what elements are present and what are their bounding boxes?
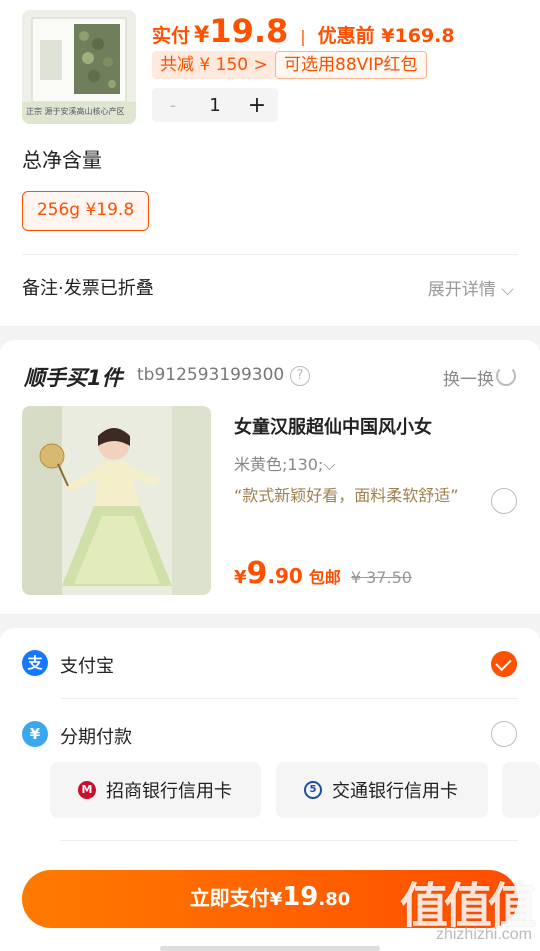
upsell-product-image[interactable] xyxy=(22,406,211,595)
bocom-bank-icon: 5 xyxy=(304,781,322,799)
alipay-option[interactable]: 支付宝 xyxy=(60,652,114,678)
payment-card: 支 支付宝 ¥ 分期付款 M 招商银行信用卡 5 交通银行信用卡 立即支付 ¥ … xyxy=(0,628,540,951)
upsell-item-price: ¥ 9 .90 包邮 ¥ 37.50 xyxy=(234,556,412,591)
pay-amount: 19.8 xyxy=(209,12,289,50)
pay-currency: ¥ xyxy=(194,23,210,48)
installment-icon: ¥ xyxy=(22,721,48,747)
product-thumbnail[interactable]: 正宗 源于安溪高山核心产区 xyxy=(22,10,136,124)
cmb-bank-icon: M xyxy=(78,781,96,799)
upsell-price-currency: ¥ xyxy=(234,567,247,588)
alipay-selected-check[interactable] xyxy=(491,651,517,677)
upsell-item-title[interactable]: 女童汉服超仙中国风小女 xyxy=(234,413,432,439)
swap-button[interactable]: 换一换 xyxy=(443,365,494,390)
help-icon[interactable]: ? xyxy=(290,366,310,386)
pay-now-currency: ¥ xyxy=(269,889,283,910)
price-row: 实付 ¥ 19.8 | 优惠前 ¥169.8 xyxy=(152,12,455,50)
divider xyxy=(60,840,518,841)
price-separator: | xyxy=(300,27,306,46)
installment-option[interactable]: 分期付款 xyxy=(60,723,132,749)
upsell-item-sku[interactable]: 米黄色;130;⌵ xyxy=(234,451,335,475)
thumb-caption: 正宗 源于安溪高山核心产区 xyxy=(26,107,125,116)
alipay-icon: 支 xyxy=(22,650,48,676)
divider xyxy=(22,254,518,255)
pay-now-label: 立即支付 xyxy=(189,886,270,910)
bank-option-more[interactable] xyxy=(502,762,540,818)
vip-redpacket-tag[interactable]: 可选用88VIP红包 xyxy=(275,51,427,79)
upsell-username: tb912593199300 xyxy=(137,365,285,385)
bank-name: 招商银行信用卡 xyxy=(106,781,232,802)
quantity-stepper: - 1 + xyxy=(152,88,278,122)
refresh-icon[interactable] xyxy=(496,366,516,386)
original-price: 优惠前 ¥169.8 xyxy=(317,25,455,47)
upsell-original-price: ¥ 37.50 xyxy=(350,568,412,587)
divider xyxy=(60,698,518,699)
note-invoice-label: 备注·发票已折叠 xyxy=(22,278,154,299)
free-shipping-label: 包邮 xyxy=(308,568,341,587)
increment-button[interactable]: + xyxy=(236,93,278,118)
home-indicator xyxy=(160,946,380,951)
upsell-price-dec: .90 xyxy=(267,564,303,588)
pay-label: 实付 xyxy=(152,25,191,47)
upsell-select-radio[interactable] xyxy=(491,488,517,514)
spec-option-selected[interactable]: 256g ¥19.8 xyxy=(22,191,149,231)
pay-now-button[interactable]: 立即支付 ¥ 19 .80 xyxy=(22,870,518,928)
installment-radio[interactable] xyxy=(491,721,517,747)
pay-now-amount-dec: .80 xyxy=(318,889,351,910)
upsell-card: 顺手买1件 tb912593199300 ? 换一换 女童汉服超仙中国风小女 米… xyxy=(0,340,540,614)
bank-option-bocom[interactable]: 5 交通银行信用卡 xyxy=(276,762,488,818)
expand-details-button[interactable]: 展开详情 ⌵ xyxy=(428,275,514,300)
spec-title: 总净含量 xyxy=(22,148,102,172)
upsell-title: 顺手买1件 xyxy=(24,366,123,390)
quantity-value[interactable]: 1 xyxy=(194,95,236,116)
hanfu-dress-image xyxy=(22,406,211,595)
bank-option-cmb[interactable]: M 招商银行信用卡 xyxy=(50,762,261,818)
decrement-button[interactable]: - xyxy=(152,95,194,116)
upsell-item-review: “款式新颖好看，面料柔软舒适” xyxy=(234,486,459,505)
discount-tag[interactable]: 共减 ¥ 150 > xyxy=(152,51,276,79)
pay-now-amount-int: 19 xyxy=(282,882,319,912)
order-product-card: 正宗 源于安溪高山核心产区 实付 ¥ 19.8 | 优惠前 ¥169.8 共减 … xyxy=(0,0,540,326)
bank-name: 交通银行信用卡 xyxy=(332,781,458,802)
upsell-price-int: 9 xyxy=(246,556,268,591)
